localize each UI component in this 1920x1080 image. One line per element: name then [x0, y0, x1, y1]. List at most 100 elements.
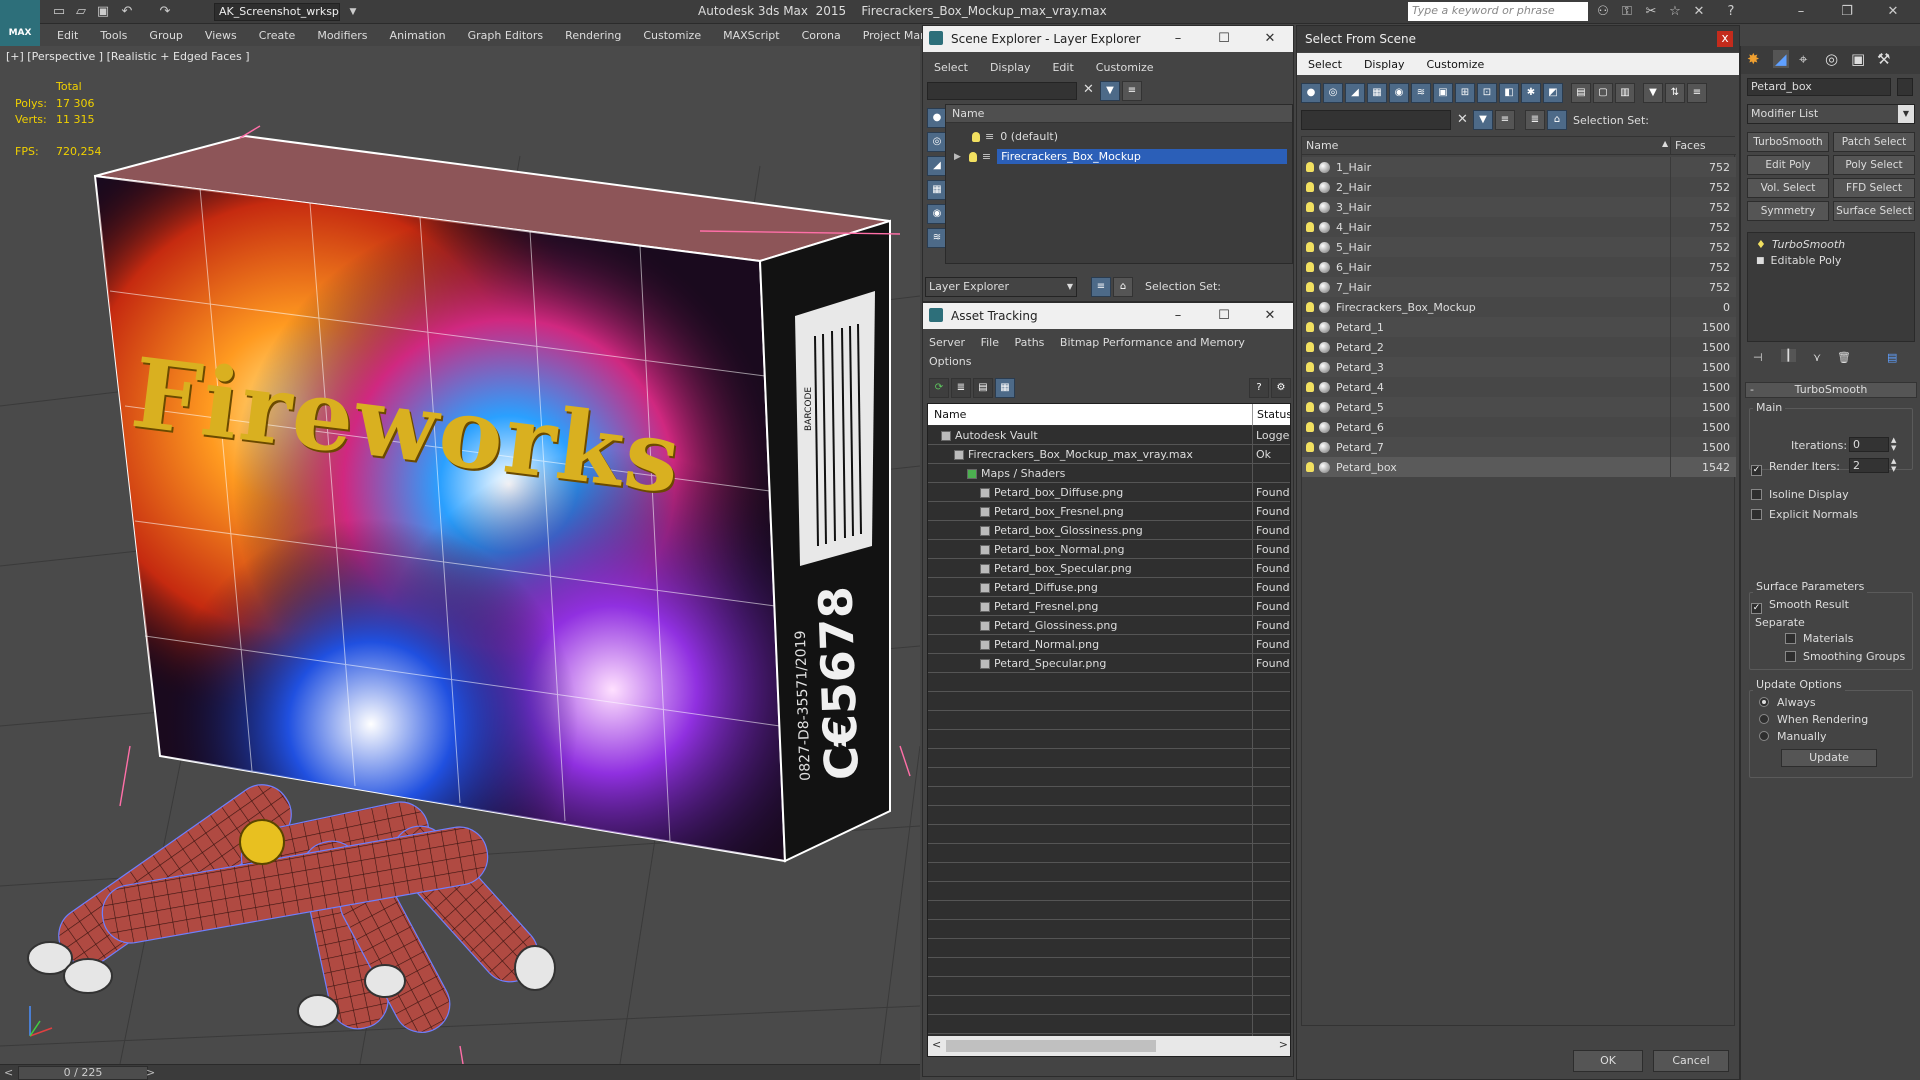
at-menu-file[interactable]: File — [975, 333, 1005, 352]
time-slider-thumb[interactable]: 0 / 225 — [18, 1066, 148, 1080]
select-none-icon[interactable]: ▢ — [1593, 83, 1613, 103]
edit-poly-button[interactable]: Edit Poly — [1747, 155, 1829, 175]
minimize-icon[interactable]: – — [1155, 303, 1201, 329]
render-iters-spinner[interactable]: 2 — [1849, 458, 1889, 473]
asset-row[interactable]: Petard_Fresnel.png Found — [928, 597, 1290, 616]
sfs-titlebar[interactable]: Select From Scene x — [1297, 26, 1739, 52]
settings-icon[interactable]: ⚙ — [1271, 378, 1291, 398]
list-view-icon[interactable]: ≣ — [951, 378, 971, 398]
minimize-icon[interactable]: – — [1155, 26, 1201, 52]
menu-maxscript[interactable]: MAXScript — [712, 29, 790, 42]
se-menu-select[interactable]: Select — [923, 61, 979, 74]
menu-animation[interactable]: Animation — [379, 29, 457, 42]
display-geometry-icon[interactable]: ● — [1301, 83, 1321, 103]
options-icon[interactable]: ≡ — [1687, 83, 1707, 103]
time-slider[interactable]: < 0 / 225 > — [0, 1064, 920, 1080]
asset-row[interactable]: Autodesk Vault Logged — [928, 426, 1290, 445]
menu-customize[interactable]: Customize — [632, 29, 712, 42]
hierarchy-icon[interactable]: ⌂ — [1547, 110, 1567, 130]
isoline-checkbox[interactable] — [1751, 488, 1768, 501]
asset-row[interactable]: Petard_box_Fresnel.png Found — [928, 502, 1290, 521]
minimize-icon[interactable]: – — [1792, 3, 1810, 21]
manually-radio[interactable] — [1759, 730, 1775, 743]
poly-select-button[interactable]: Poly Select — [1833, 155, 1915, 175]
layers-icon[interactable]: ≡ — [1495, 110, 1515, 130]
se-sidebar-icon-4[interactable]: ▦ — [927, 180, 947, 200]
light-bulb-icon[interactable] — [1306, 382, 1314, 392]
se-name-header[interactable]: Name — [946, 105, 1292, 123]
help-icon[interactable]: ? — [1722, 3, 1740, 21]
app-logo[interactable]: MAX — [0, 0, 40, 46]
menu-views[interactable]: Views — [194, 29, 248, 42]
close-icon[interactable]: ✕ — [1884, 3, 1902, 21]
make-unique-icon[interactable]: ⋎ — [1813, 351, 1821, 364]
light-bulb-icon[interactable] — [1306, 282, 1314, 292]
menu-corona[interactable]: Corona — [791, 29, 852, 42]
always-radio[interactable] — [1759, 696, 1775, 709]
close-icon[interactable]: x — [1717, 31, 1733, 47]
sort-icon[interactable]: ⇅ — [1665, 83, 1685, 103]
thumbnail-view-icon[interactable]: ▤ — [973, 378, 993, 398]
light-bulb-icon[interactable] — [1306, 402, 1314, 412]
se-menu-customize[interactable]: Customize — [1085, 61, 1165, 74]
se-sidebar-icon-6[interactable]: ≋ — [927, 228, 947, 248]
refresh-icon[interactable]: ⟳ — [929, 378, 949, 398]
asset-row[interactable]: Petard_Glossiness.png Found — [928, 616, 1290, 635]
display-cameras-icon[interactable]: ▦ — [1367, 83, 1387, 103]
remove-modifier-icon[interactable]: 🗑 — [1837, 351, 1851, 364]
light-bulb-icon[interactable] — [1306, 442, 1314, 452]
sfs-search-input[interactable] — [1301, 110, 1451, 130]
spinner-arrows-icon[interactable]: ▲ ▼ — [1891, 436, 1896, 452]
display-spacewarps-icon[interactable]: ≋ — [1411, 83, 1431, 103]
asset-tracking-titlebar[interactable]: Asset Tracking – ☐ ✕ — [923, 303, 1293, 329]
asset-row[interactable]: Petard_Specular.png Found — [928, 654, 1290, 673]
maximize-icon[interactable]: ☐ — [1201, 303, 1247, 329]
light-bulb-icon[interactable] — [1306, 202, 1314, 212]
explicit-normals-checkbox[interactable] — [1751, 508, 1768, 521]
object-color-swatch[interactable] — [1897, 78, 1913, 96]
se-menu-display[interactable]: Display — [979, 61, 1042, 74]
pin-stack-icon[interactable]: ⊣ — [1753, 351, 1763, 364]
se-sidebar-icon-1[interactable]: ● — [927, 108, 947, 128]
object-name-field[interactable]: Petard_box — [1747, 78, 1891, 96]
modify-tab-icon[interactable]: ◢ — [1773, 50, 1789, 68]
layers-icon[interactable]: ≡ — [1122, 81, 1142, 101]
light-bulb-icon[interactable] — [1306, 262, 1314, 272]
display-shapes-icon[interactable]: ◎ — [1323, 83, 1343, 103]
turbosmooth-rollout-header[interactable]: - TurboSmooth — [1745, 382, 1917, 398]
at-menu-server[interactable]: Server — [923, 333, 971, 352]
select-all-icon[interactable]: ▤ — [1571, 83, 1591, 103]
asset-row[interactable]: Maps / Shaders — [928, 464, 1290, 483]
sfs-menu-select[interactable]: Select — [1297, 58, 1353, 71]
when-rendering-radio[interactable] — [1759, 713, 1775, 726]
layer-row-selected[interactable]: ▶ ≡ Firecrackers_Box_Mockup — [946, 147, 1292, 166]
light-bulb-icon[interactable] — [1306, 222, 1314, 232]
tool-icon[interactable]: ✂ — [1642, 3, 1660, 21]
symmetry-button[interactable]: Symmetry — [1747, 201, 1829, 221]
ffd-select-button[interactable]: FFD Select — [1833, 178, 1915, 198]
at-menu-paths[interactable]: Paths — [1009, 333, 1051, 352]
key-icon[interactable]: ⚿ — [1618, 3, 1636, 21]
iterations-spinner[interactable]: 0 — [1849, 437, 1889, 452]
workspace-chevron-icon[interactable]: ▼ — [344, 3, 362, 21]
display-containers-icon[interactable]: ◧ — [1499, 83, 1519, 103]
at-status-header[interactable]: Status — [1252, 404, 1290, 426]
binoculars-icon[interactable]: ⚇ — [1594, 3, 1612, 21]
display-helpers-icon[interactable]: ◉ — [1389, 83, 1409, 103]
se-sidebar-icon-5[interactable]: ◉ — [927, 204, 947, 224]
filter-icon[interactable]: ▼ — [1473, 110, 1493, 130]
asset-row[interactable]: Petard_box_Glossiness.png Found — [928, 521, 1290, 540]
ok-button[interactable]: OK — [1573, 1050, 1643, 1072]
vol-select-button[interactable]: Vol. Select — [1747, 178, 1829, 198]
asset-row[interactable]: Petard_box_Normal.png Found — [928, 540, 1290, 559]
smoothing-groups-checkbox[interactable] — [1785, 650, 1802, 663]
se-sidebar-icon-2[interactable]: ◎ — [927, 132, 947, 152]
cancel-button[interactable]: Cancel — [1653, 1050, 1729, 1072]
maximize-icon[interactable]: ☐ — [1201, 26, 1247, 52]
light-bulb-icon[interactable] — [1306, 422, 1314, 432]
sfs-menu-customize[interactable]: Customize — [1415, 58, 1495, 71]
time-prev-icon[interactable]: < — [4, 1066, 13, 1079]
display-frozen-icon[interactable]: ✱ — [1521, 83, 1541, 103]
menu-graph-editors[interactable]: Graph Editors — [457, 29, 555, 42]
sfs-menu-display[interactable]: Display — [1353, 58, 1416, 71]
